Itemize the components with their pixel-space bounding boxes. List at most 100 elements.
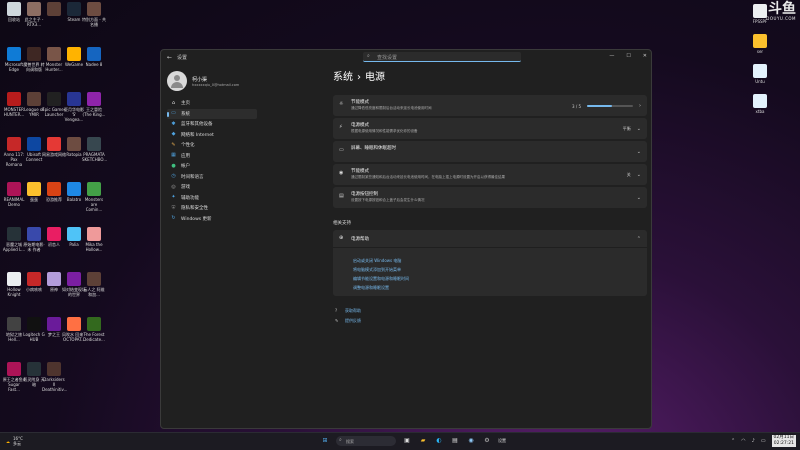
desktop-icon[interactable]: 云人之 阿维和加...: [82, 272, 106, 297]
desktop-icon[interactable]: Monsters are Comin...: [82, 182, 106, 212]
help-link[interactable]: 启动或关闭 Windows 电脑: [353, 256, 647, 265]
desktop-icon[interactable]: 王之冒险 (The King...: [82, 92, 106, 117]
nav-icon: ✦: [171, 194, 176, 201]
minimize-button[interactable]: —: [609, 53, 614, 59]
nav-label: 隐私和安全性: [181, 206, 208, 212]
steam-icon[interactable]: ◉: [466, 436, 476, 446]
desktop-icon-label: 特别方面 - 共名播: [82, 17, 106, 27]
nav-label: 蓝牙和其他设备: [181, 122, 213, 128]
taskbar-search-placeholder: 搜索: [346, 439, 354, 444]
start-icon[interactable]: ⊞: [320, 436, 330, 446]
setting-icon: ⚡: [339, 124, 343, 130]
sidebar: 柯小渠 hxxxxxqiu_0@hotmail.com ⌂ 主页 ▭ 系统 ✱ 蓝牙和其他…: [167, 70, 257, 224]
file-explorer-icon[interactable]: ▰: [418, 436, 428, 446]
help-links: 启动或关闭 Windows 电脑 将电脑模式添加到开始菜单 编辑节能设置和电源和睡眠…: [333, 248, 647, 292]
app-icon: [27, 47, 41, 61]
desktop-icon[interactable]: Untu: [748, 64, 772, 84]
nav-item[interactable]: ▦ 应用: [167, 151, 257, 162]
weather-widget[interactable]: ☁ 16°C 多云: [6, 436, 23, 447]
edge-icon[interactable]: ◐: [434, 436, 444, 446]
close-button[interactable]: ✕: [643, 53, 647, 59]
user-profile[interactable]: 柯小渠 hxxxxxqiu_0@hotmail.com: [167, 70, 257, 92]
task-view-icon[interactable]: ▣: [402, 436, 412, 446]
desktop-icon[interactable]: PRAGMATA SKETCHBO...: [82, 137, 107, 162]
nav-item[interactable]: ✎ 个性化: [167, 140, 257, 151]
setting-control[interactable]: ⌄: [637, 149, 641, 155]
setting-title: 电源按钮控制: [351, 192, 378, 197]
app-icon: [87, 47, 101, 61]
nav-item[interactable]: ↻ Windows 更新: [167, 214, 257, 225]
help-link[interactable]: 编辑节能设置和电源和睡眠时间: [353, 274, 647, 283]
nav-item[interactable]: ⛨ 隐私和安全性: [167, 203, 257, 214]
network-icon[interactable]: ◠: [741, 438, 745, 444]
nav-list: ⌂ 主页 ▭ 系统 ✱ 蓝牙和其他设备 ◆ 网络和 Internet ✎ 个性化 ▦ 应用 ● 帐户 ◷ 时间…: [167, 98, 257, 224]
desktop-icon[interactable]: Nadee 8: [82, 47, 106, 67]
chevron-down-icon: ⌄: [636, 172, 641, 178]
app-icon: [7, 47, 21, 61]
app-icon: [87, 92, 101, 106]
nav-item[interactable]: ⌂ 主页: [167, 98, 257, 109]
app-icon: [47, 137, 61, 151]
nav-item[interactable]: ✱ 蓝牙和其他设备: [167, 119, 257, 130]
desktop-icon-label: 云人之 阿维和加...: [83, 287, 105, 297]
nav-item[interactable]: ◆ 网络和 Internet: [167, 130, 257, 141]
nav-item[interactable]: ▭ 系统: [167, 108, 257, 119]
app-icon: [47, 317, 61, 331]
power-help-header[interactable]: ⊕ 电源帮助 ⌃: [333, 230, 647, 248]
maximize-button[interactable]: ☐: [626, 53, 630, 59]
setting-control[interactable]: 关 ⌄: [627, 172, 641, 178]
store-icon[interactable]: ▤: [450, 436, 460, 446]
help-action[interactable]: ? 获取帮助: [333, 306, 647, 316]
setting-card[interactable]: ☼ 节能模式 通过降低低亮度和限制后台活动来延长电池使用时间 3 / 5 ›: [333, 95, 647, 116]
taskbar-search[interactable]: 搜索: [336, 436, 396, 446]
taskbar-apps: ⊞ 搜索 ▣ ▰ ◐ ▤ ◉ ⚙ 设置: [320, 436, 506, 446]
nav-item[interactable]: ✦ 辅助功能: [167, 193, 257, 204]
brightness-slider[interactable]: [587, 105, 633, 107]
help-action[interactable]: ✎ 提供反馈: [333, 316, 647, 326]
setting-control[interactable]: 平衡 ⌄: [623, 126, 641, 132]
setting-card[interactable]: ◉ 节能模式 通过限制某些通知和后台活动来延长电池使用时间，在电脑上插上电源时设置为…: [333, 164, 647, 185]
desktop-icon-label: Nadee 8: [85, 62, 103, 67]
desktop-icon[interactable]: The Forest Dedicate...: [82, 317, 106, 342]
help-link[interactable]: 将电脑模式添加到开始菜单: [353, 265, 647, 274]
back-arrow-icon[interactable]: ←: [167, 54, 172, 61]
setting-control[interactable]: ⌄: [637, 195, 641, 201]
desktop-icon[interactable]: xtba: [748, 94, 772, 114]
app-icon: [87, 2, 101, 16]
app-icon: [47, 47, 61, 61]
active-app-label[interactable]: 设置: [498, 438, 506, 444]
clock[interactable]: 02月11日 02:27:21: [771, 435, 796, 447]
breadcrumb-parent[interactable]: 系统: [333, 72, 353, 83]
file-icon: [753, 64, 767, 78]
desktop-icon[interactable]: Darksiders II Deathinitiv...: [42, 362, 68, 392]
volume-icon[interactable]: ♪: [752, 438, 755, 444]
app-icon: [47, 92, 61, 106]
app-icon: [87, 272, 101, 286]
chevron-up-icon: ⌃: [636, 236, 641, 242]
nav-item[interactable]: ◎ 游戏: [167, 182, 257, 193]
app-icon: [67, 92, 81, 106]
nav-item[interactable]: ◷ 时间和语言: [167, 172, 257, 183]
settings-icon[interactable]: ⚙: [482, 436, 492, 446]
settings-search-input[interactable]: ⌕ 查找设置: [363, 52, 521, 62]
app-icon: [67, 272, 81, 286]
setting-card[interactable]: ▭ 屏幕、睡眠和休眠超时 ⌄: [333, 141, 647, 162]
setting-control[interactable]: 3 / 5 ›: [572, 103, 641, 109]
desktop-icon-label: Darksiders II Deathinitiv...: [42, 377, 68, 392]
chevron-up-icon[interactable]: ⌃: [731, 438, 735, 444]
file-icon: [753, 4, 767, 18]
setting-card[interactable]: ⚡ 电源模式 根据电源使用情况和性能需求优化你的设备 平衡 ⌄: [333, 118, 647, 139]
help-link[interactable]: 调整电源和睡眠设置: [353, 283, 647, 292]
nav-item[interactable]: ● 帐户: [167, 161, 257, 172]
desktop-icon[interactable]: 特别方面 - 共名播: [82, 2, 106, 27]
desktop-icon[interactable]: Mika the Hollow...: [82, 227, 106, 252]
app-icon: [47, 272, 61, 286]
app-icon: [67, 2, 81, 16]
setting-card[interactable]: ▤ 电源按钮控制 设置按下电源按钮和合上盖子后会发生什么情况 ⌄: [333, 187, 647, 208]
nav-label: 辅助功能: [181, 195, 199, 201]
app-icon: [7, 92, 21, 106]
battery-icon[interactable]: ▭: [761, 438, 766, 444]
desktop-icon[interactable]: ser: [748, 34, 772, 54]
nav-label: 系统: [181, 111, 190, 117]
app-icon: [47, 2, 61, 16]
